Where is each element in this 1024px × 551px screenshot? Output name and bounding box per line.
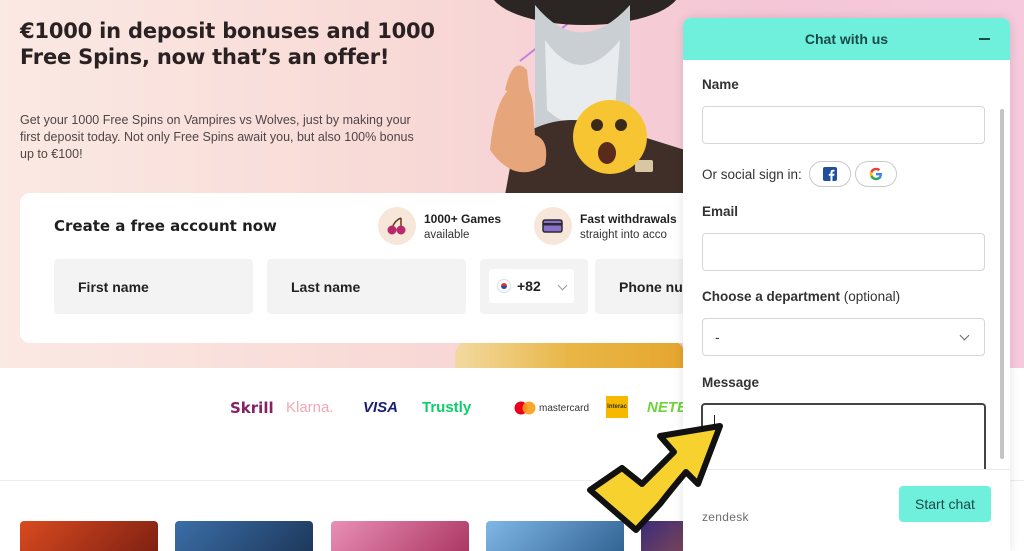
mastercard-label: mastercard — [539, 402, 590, 414]
chat-form: Name Or social sign in: Email Choose a d… — [683, 60, 1010, 478]
phone-code-field: +82 — [480, 259, 588, 314]
email-label: Email — [702, 204, 739, 219]
feature-games-title: 1000+ Games — [424, 211, 502, 226]
start-chat-button[interactable]: Start chat — [899, 486, 991, 522]
annotation-arrow-icon — [587, 423, 723, 533]
decorative-glow — [455, 340, 685, 368]
cherries-icon — [378, 207, 416, 245]
google-signin-button[interactable] — [855, 161, 897, 187]
country-code-value: +82 — [517, 278, 541, 294]
signup-card: Create a free account now 1000+ Games ava… — [20, 193, 710, 343]
department-label-text: Choose a department — [702, 289, 841, 304]
last-name-field[interactable]: Last name — [267, 259, 466, 314]
hero-description: Get your 1000 Free Spins on Vampires vs … — [20, 113, 414, 161]
country-code-select[interactable]: +82 — [489, 269, 574, 303]
google-icon — [869, 167, 882, 181]
name-label: Name — [702, 77, 739, 92]
chat-header: Chat with us — [683, 18, 1010, 60]
message-textarea[interactable] — [701, 403, 986, 478]
department-select[interactable]: - — [702, 318, 985, 356]
chevron-down-icon — [959, 330, 970, 341]
signup-title: Create a free account now — [54, 217, 277, 235]
visa-logo: VISA — [363, 399, 399, 416]
card-icon — [534, 207, 572, 245]
hero-title: €1000 in deposit bonuses and 1000 Free S… — [20, 19, 435, 69]
feature-games-sub: available — [424, 228, 470, 241]
facebook-signin-button[interactable] — [809, 161, 851, 187]
scrollbar[interactable] — [1000, 109, 1004, 459]
mastercard-logo: mastercard — [514, 401, 589, 415]
feature-withdrawals: Fast withdrawals straight into acco — [534, 207, 677, 245]
chat-title: Chat with us — [804, 31, 889, 47]
game-thumbnail[interactable] — [175, 521, 313, 551]
neteller-logo: NETE — [647, 399, 688, 416]
chat-widget: Chat with us Name Or social sign in: Ema… — [683, 18, 1010, 551]
klarna-logo: Klarna. — [286, 399, 334, 416]
facebook-icon — [823, 167, 837, 181]
minimize-icon[interactable] — [979, 38, 990, 40]
message-label: Message — [702, 375, 760, 390]
game-thumbnail[interactable] — [331, 521, 469, 551]
first-name-field[interactable]: First name — [54, 259, 253, 314]
interac-logo: Interac — [606, 396, 628, 418]
feature-games: 1000+ Games available — [378, 207, 501, 245]
department-label: Choose a department (optional) — [702, 289, 900, 304]
chat-footer: zendesk Start chat — [683, 469, 1010, 551]
character-illustration — [490, 0, 695, 195]
feature-withdrawals-title: Fast withdrawals — [580, 211, 677, 226]
social-signin-label: Or social sign in: — [702, 167, 802, 182]
name-input[interactable] — [702, 106, 985, 144]
email-input[interactable] — [702, 233, 985, 271]
department-value: - — [715, 329, 720, 345]
game-thumbnail[interactable] — [20, 521, 158, 551]
feature-withdrawals-sub: straight into acco — [580, 228, 667, 241]
trustly-logo: Trustly — [422, 399, 472, 416]
optional-text: (optional) — [843, 289, 901, 304]
korea-flag-icon — [497, 279, 511, 293]
skrill-logo: Skrill — [230, 399, 274, 417]
chevron-down-icon — [557, 280, 568, 291]
